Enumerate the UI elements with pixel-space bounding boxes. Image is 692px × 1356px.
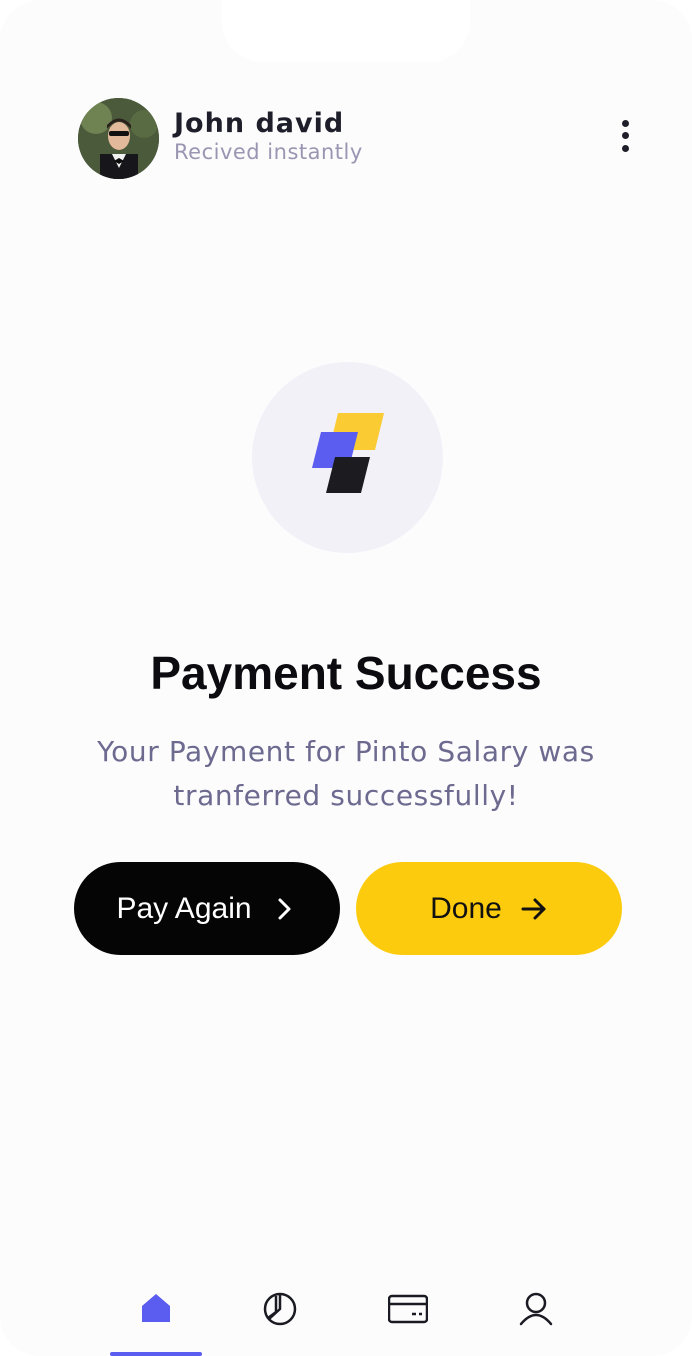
pay-again-button[interactable]: Pay Again (74, 862, 340, 955)
brand-logo-icon (312, 413, 384, 493)
chevron-right-icon (278, 898, 291, 919)
avatar[interactable] (78, 98, 159, 179)
nav-home[interactable] (136, 1288, 176, 1328)
pay-again-label: Pay Again (116, 891, 252, 925)
done-button[interactable]: Done (356, 862, 622, 955)
credit-card-icon (387, 1294, 429, 1324)
arrow-right-icon (521, 898, 546, 919)
user-icon (519, 1292, 553, 1326)
pie-chart-icon (263, 1292, 297, 1326)
header: John david Recived instantly (78, 98, 638, 180)
device-notch (222, 0, 470, 62)
user-name: John david (174, 108, 345, 139)
home-icon (142, 1294, 170, 1322)
nav-analytics[interactable] (260, 1288, 300, 1328)
active-tab-indicator (110, 1352, 202, 1356)
user-status: Recived instantly (174, 140, 363, 164)
page-title: Payment Success (150, 647, 542, 699)
success-description: Your Payment for Pinto Salary was tranfe… (97, 735, 595, 812)
nav-cards[interactable] (387, 1288, 429, 1328)
done-label: Done (430, 891, 502, 925)
phone-screen: John david Recived instantly Payment Suc… (0, 0, 692, 1356)
more-vertical-icon[interactable] (616, 118, 636, 154)
success-logo-circle (252, 362, 443, 553)
bottom-nav (0, 1276, 692, 1356)
nav-profile[interactable] (516, 1288, 556, 1328)
